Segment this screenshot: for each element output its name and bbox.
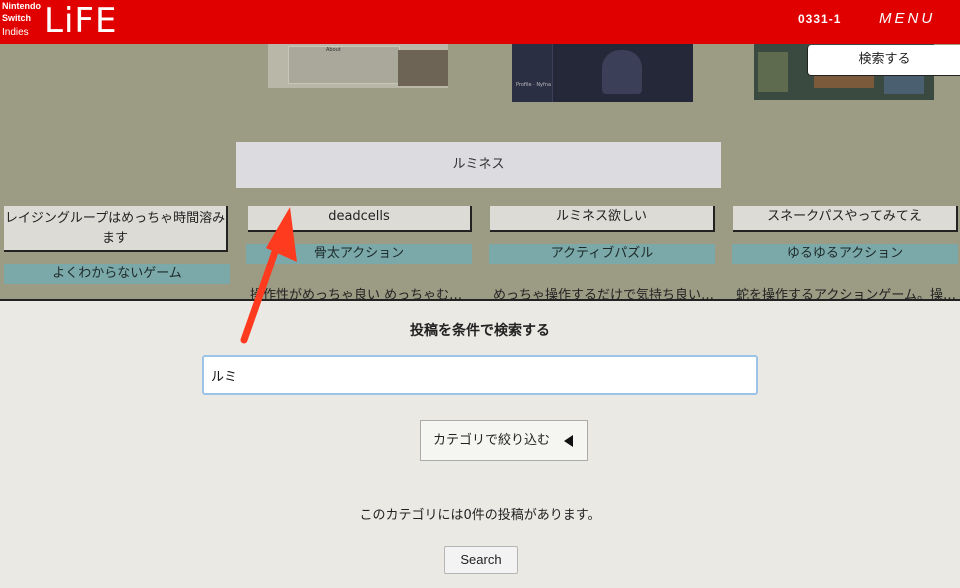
category-tag[interactable]: ゆるゆるアクション xyxy=(732,244,958,264)
thumbnail-caption: About xyxy=(326,47,341,53)
search-submit-button[interactable]: Search xyxy=(444,546,518,574)
header-code: 0331-1 xyxy=(798,12,842,26)
site-header: Nintendo Switch Indies LiFE 0331-1 MENU xyxy=(0,0,960,44)
search-suggestion[interactable]: ルミネス xyxy=(236,142,721,188)
post-thumbnail: Profile · Nyfna xyxy=(512,44,693,102)
result-count-text: このカテゴリには0件の投稿があります。 xyxy=(359,508,601,523)
logo-line-switch: Switch xyxy=(2,13,32,23)
thumbnail-caption: Profile · Nyfna xyxy=(516,82,552,88)
logo-line-nintendo: Nintendo xyxy=(2,1,41,11)
search-input[interactable] xyxy=(202,355,758,395)
background-content: About Profile · Nyfna ルミネス レイジングループはめっちゃ… xyxy=(0,44,960,300)
post-description: めっちゃ操作するだけで気持ち良い… xyxy=(493,288,715,300)
post-title-button[interactable]: deadcells xyxy=(248,206,472,232)
thumbnail-page xyxy=(288,46,400,84)
caret-left-icon xyxy=(564,435,573,447)
panel-divider xyxy=(0,299,960,301)
post-title-button[interactable]: スネークパスやってみてえ xyxy=(733,206,958,232)
category-filter-button[interactable]: カテゴリで絞り込む xyxy=(420,420,588,461)
logo-line-indies: Indies xyxy=(2,27,29,38)
logo-life: LiFE xyxy=(44,1,118,41)
menu-button[interactable]: MENU xyxy=(879,10,935,27)
thumbnail-shape xyxy=(758,52,788,92)
search-toggle-button[interactable]: 検索する xyxy=(807,45,960,76)
post-thumbnail: About xyxy=(268,44,448,88)
thumbnail-figure xyxy=(602,50,642,94)
search-panel-title: 投稿を条件で検索する xyxy=(410,323,550,339)
category-filter-label: カテゴリで絞り込む xyxy=(433,433,551,448)
post-description: 操作性がめっちゃ良い めっちゃむ… xyxy=(250,288,463,300)
post-title-button[interactable]: ルミネス欲しい xyxy=(490,206,715,232)
thumbnail-photo xyxy=(398,50,448,86)
category-tag[interactable]: アクティブパズル xyxy=(489,244,715,264)
post-description: 蛇を操作するアクションゲーム。操… xyxy=(736,288,956,300)
post-title-button[interactable]: レイジングループはめっちゃ時間溶みます xyxy=(4,206,228,252)
category-tag[interactable]: よくわからないゲーム xyxy=(4,264,230,284)
category-tag[interactable]: 骨太アクション xyxy=(246,244,472,264)
thumbnail-sidebar xyxy=(512,44,553,102)
